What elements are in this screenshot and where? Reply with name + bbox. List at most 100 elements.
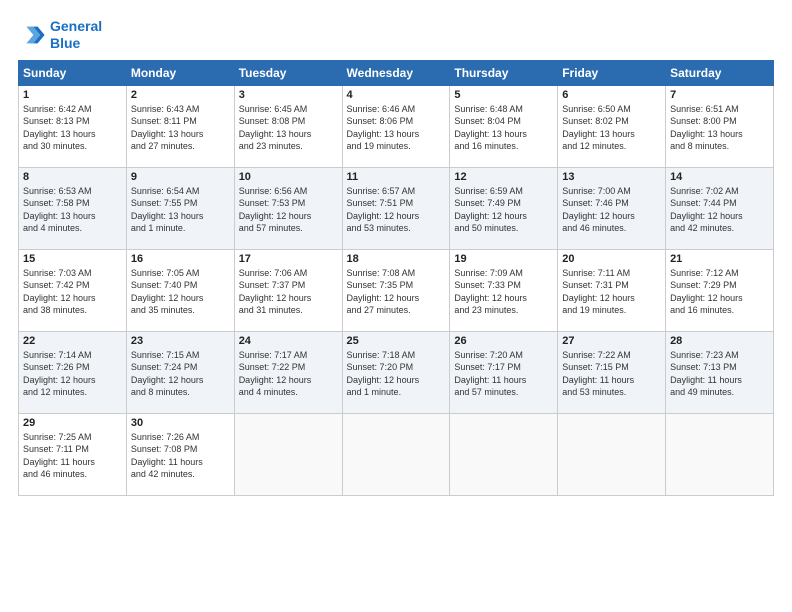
day-number: 2 [131,89,230,101]
day-cell [342,413,450,495]
day-number: 22 [23,335,122,347]
day-number: 20 [562,253,661,265]
day-cell: 20 Sunrise: 7:11 AM Sunset: 7:31 PM Dayli… [558,249,666,331]
weekday-wednesday: Wednesday [342,60,450,85]
day-cell: 1 Sunrise: 6:42 AM Sunset: 8:13 PM Daylig… [19,85,127,167]
day-number: 14 [670,171,769,183]
day-number: 7 [670,89,769,101]
day-info: Sunrise: 7:20 AM Sunset: 7:17 PM Dayligh… [454,349,553,399]
day-number: 15 [23,253,122,265]
day-number: 24 [239,335,338,347]
day-info: Sunrise: 7:02 AM Sunset: 7:44 PM Dayligh… [670,185,769,235]
day-info: Sunrise: 6:42 AM Sunset: 8:13 PM Dayligh… [23,103,122,153]
day-info: Sunrise: 7:06 AM Sunset: 7:37 PM Dayligh… [239,267,338,317]
logo-text: General Blue [50,18,102,52]
weekday-tuesday: Tuesday [234,60,342,85]
day-info: Sunrise: 6:59 AM Sunset: 7:49 PM Dayligh… [454,185,553,235]
day-info: Sunrise: 7:15 AM Sunset: 7:24 PM Dayligh… [131,349,230,399]
day-number: 13 [562,171,661,183]
day-info: Sunrise: 7:22 AM Sunset: 7:15 PM Dayligh… [562,349,661,399]
weekday-header-row: SundayMondayTuesdayWednesdayThursdayFrid… [19,60,774,85]
day-cell: 8 Sunrise: 6:53 AM Sunset: 7:58 PM Daylig… [19,167,127,249]
day-info: Sunrise: 7:12 AM Sunset: 7:29 PM Dayligh… [670,267,769,317]
day-number: 28 [670,335,769,347]
day-number: 16 [131,253,230,265]
day-cell [666,413,774,495]
day-info: Sunrise: 7:09 AM Sunset: 7:33 PM Dayligh… [454,267,553,317]
day-cell [234,413,342,495]
day-info: Sunrise: 7:08 AM Sunset: 7:35 PM Dayligh… [347,267,446,317]
weekday-saturday: Saturday [666,60,774,85]
day-info: Sunrise: 7:17 AM Sunset: 7:22 PM Dayligh… [239,349,338,399]
day-cell: 18 Sunrise: 7:08 AM Sunset: 7:35 PM Dayli… [342,249,450,331]
day-info: Sunrise: 6:57 AM Sunset: 7:51 PM Dayligh… [347,185,446,235]
day-cell: 14 Sunrise: 7:02 AM Sunset: 7:44 PM Dayli… [666,167,774,249]
day-info: Sunrise: 6:54 AM Sunset: 7:55 PM Dayligh… [131,185,230,235]
day-cell: 6Sunrise: 6:50 AM Sunset: 8:02 PM Daylig… [558,85,666,167]
day-cell: 22Sunrise: 7:14 AM Sunset: 7:26 PM Dayli… [19,331,127,413]
calendar-page: General Blue SundayMondayTuesdayWednesda… [0,0,792,612]
week-row-1: 1 Sunrise: 6:42 AM Sunset: 8:13 PM Daylig… [19,85,774,167]
day-cell: 11 Sunrise: 6:57 AM Sunset: 7:51 PM Dayli… [342,167,450,249]
day-info: Sunrise: 6:53 AM Sunset: 7:58 PM Dayligh… [23,185,122,235]
day-info: Sunrise: 6:45 AM Sunset: 8:08 PM Dayligh… [239,103,338,153]
day-number: 4 [347,89,446,101]
day-number: 6 [562,89,661,101]
day-info: Sunrise: 7:23 AM Sunset: 7:13 PM Dayligh… [670,349,769,399]
day-cell: 19 Sunrise: 7:09 AM Sunset: 7:33 PM Dayli… [450,249,558,331]
day-cell: 24 Sunrise: 7:17 AM Sunset: 7:22 PM Dayli… [234,331,342,413]
day-number: 29 [23,417,122,429]
week-row-4: 22Sunrise: 7:14 AM Sunset: 7:26 PM Dayli… [19,331,774,413]
day-cell [450,413,558,495]
weekday-sunday: Sunday [19,60,127,85]
day-cell [558,413,666,495]
day-number: 27 [562,335,661,347]
weekday-friday: Friday [558,60,666,85]
day-cell: 13 Sunrise: 7:00 AM Sunset: 7:46 PM Dayli… [558,167,666,249]
weekday-thursday: Thursday [450,60,558,85]
day-number: 23 [131,335,230,347]
week-row-2: 8 Sunrise: 6:53 AM Sunset: 7:58 PM Daylig… [19,167,774,249]
day-number: 8 [23,171,122,183]
day-info: Sunrise: 6:48 AM Sunset: 8:04 PM Dayligh… [454,103,553,153]
day-cell: 7Sunrise: 6:51 AM Sunset: 8:00 PM Daylig… [666,85,774,167]
header: General Blue [18,18,774,52]
day-cell: 3 Sunrise: 6:45 AM Sunset: 8:08 PM Daylig… [234,85,342,167]
day-info: Sunrise: 6:46 AM Sunset: 8:06 PM Dayligh… [347,103,446,153]
day-number: 12 [454,171,553,183]
day-cell: 17 Sunrise: 7:06 AM Sunset: 7:37 PM Dayli… [234,249,342,331]
weekday-monday: Monday [126,60,234,85]
day-number: 9 [131,171,230,183]
week-row-3: 15Sunrise: 7:03 AM Sunset: 7:42 PM Dayli… [19,249,774,331]
day-cell: 12 Sunrise: 6:59 AM Sunset: 7:49 PM Dayli… [450,167,558,249]
day-number: 26 [454,335,553,347]
day-info: Sunrise: 7:25 AM Sunset: 7:11 PM Dayligh… [23,431,122,481]
day-number: 21 [670,253,769,265]
day-number: 17 [239,253,338,265]
day-cell: 23 Sunrise: 7:15 AM Sunset: 7:24 PM Dayli… [126,331,234,413]
day-info: Sunrise: 6:43 AM Sunset: 8:11 PM Dayligh… [131,103,230,153]
day-number: 18 [347,253,446,265]
logo-icon [18,21,46,49]
day-number: 3 [239,89,338,101]
day-cell: 10Sunrise: 6:56 AM Sunset: 7:53 PM Dayli… [234,167,342,249]
day-number: 19 [454,253,553,265]
day-info: Sunrise: 7:11 AM Sunset: 7:31 PM Dayligh… [562,267,661,317]
day-cell: 15Sunrise: 7:03 AM Sunset: 7:42 PM Dayli… [19,249,127,331]
day-cell: 30Sunrise: 7:26 AM Sunset: 7:08 PM Dayli… [126,413,234,495]
day-number: 11 [347,171,446,183]
day-info: Sunrise: 7:05 AM Sunset: 7:40 PM Dayligh… [131,267,230,317]
logo: General Blue [18,18,102,52]
day-cell: 4 Sunrise: 6:46 AM Sunset: 8:06 PM Daylig… [342,85,450,167]
day-cell: 2 Sunrise: 6:43 AM Sunset: 8:11 PM Daylig… [126,85,234,167]
day-cell: 21 Sunrise: 7:12 AM Sunset: 7:29 PM Dayli… [666,249,774,331]
day-cell: 27 Sunrise: 7:22 AM Sunset: 7:15 PM Dayli… [558,331,666,413]
week-row-5: 29 Sunrise: 7:25 AM Sunset: 7:11 PM Dayli… [19,413,774,495]
calendar-table: SundayMondayTuesdayWednesdayThursdayFrid… [18,60,774,496]
day-number: 25 [347,335,446,347]
day-cell: 25Sunrise: 7:18 AM Sunset: 7:20 PM Dayli… [342,331,450,413]
day-number: 1 [23,89,122,101]
day-cell: 28 Sunrise: 7:23 AM Sunset: 7:13 PM Dayli… [666,331,774,413]
day-info: Sunrise: 7:00 AM Sunset: 7:46 PM Dayligh… [562,185,661,235]
day-cell: 9 Sunrise: 6:54 AM Sunset: 7:55 PM Daylig… [126,167,234,249]
